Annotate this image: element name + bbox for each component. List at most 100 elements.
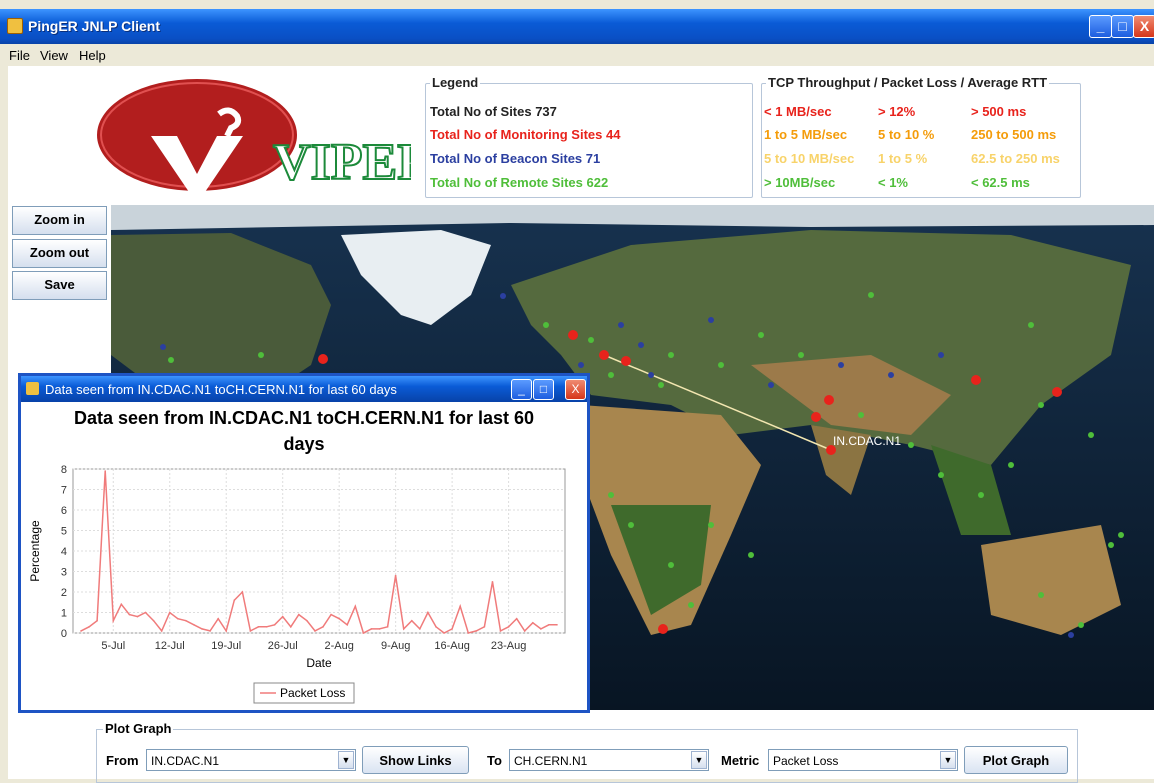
y-tick-label: 7 [61, 485, 67, 497]
x-tick-label: 19-Jul [211, 640, 241, 652]
data-point [80, 630, 82, 632]
site-label: IN.CDAC.N1 [833, 434, 901, 448]
metric-select[interactable]: Packet Loss ▼ [768, 749, 958, 771]
chart-window-titlebar[interactable]: Data seen from IN.CDAC.N1 toCH.CERN.N1 f… [21, 376, 587, 402]
x-axis-label: Date [306, 656, 332, 670]
tcp-cell: 1 to 5 % [878, 151, 928, 166]
data-point [152, 619, 155, 622]
y-tick-label: 3 [61, 567, 67, 579]
legend-beacon-sites: Total No of Beacon Sites 71 [430, 151, 601, 166]
data-point [112, 619, 115, 622]
data-point [193, 624, 195, 626]
data-point [523, 630, 526, 632]
data-point [540, 628, 542, 630]
data-point [177, 617, 179, 620]
minimize-button[interactable]: _ [1089, 15, 1112, 38]
tcp-cell: 62.5 to 250 ms [971, 151, 1060, 166]
data-point [338, 617, 340, 620]
chevron-down-icon[interactable]: ▼ [338, 751, 354, 769]
data-point [96, 619, 98, 622]
from-select[interactable]: IN.CDAC.N1 ▼ [146, 749, 356, 771]
data-point [225, 630, 228, 632]
legend-total-sites: Total No of Sites 737 [430, 104, 557, 119]
data-point [217, 617, 219, 620]
chart-heading-line2: days [283, 434, 325, 454]
chart-close-button[interactable]: X [565, 379, 586, 400]
data-point [475, 630, 478, 632]
data-point [467, 632, 470, 634]
y-tick-label: 5 [61, 526, 67, 538]
save-button[interactable]: Save [12, 271, 107, 300]
chevron-down-icon[interactable]: ▼ [940, 751, 956, 769]
x-tick-label: 9-Aug [381, 640, 410, 652]
data-point [459, 605, 461, 608]
data-point [362, 632, 365, 634]
data-point [483, 626, 486, 628]
y-tick-label: 1 [61, 608, 67, 620]
plot-graph-button[interactable]: Plot Graph [964, 746, 1068, 774]
x-tick-label: 23-Aug [491, 640, 526, 652]
legend-label: Packet Loss [280, 686, 345, 700]
y-tick-label: 6 [61, 505, 67, 517]
data-point [88, 626, 90, 628]
maximize-button[interactable]: □ [1111, 15, 1134, 38]
viper-logo: VIPER [93, 74, 437, 196]
tcp-cell: > 10MB/sec [764, 175, 836, 190]
chart-heading-line1: Data seen from IN.CDAC.N1 toCH.CERN.N1 f… [73, 408, 535, 428]
tcp-cell: < 1% [878, 175, 908, 190]
to-label: To [487, 753, 502, 768]
show-links-button[interactable]: Show Links [362, 746, 469, 774]
data-point [209, 630, 211, 632]
data-point [378, 628, 381, 630]
x-tick-label: 5-Jul [101, 640, 125, 652]
data-point [160, 630, 163, 632]
x-tick-label: 12-Jul [155, 640, 185, 652]
menu-view[interactable]: View [40, 48, 68, 63]
y-tick-label: 0 [61, 628, 67, 640]
zoom-out-button[interactable]: Zoom out [12, 239, 107, 268]
data-point [120, 603, 123, 606]
to-select[interactable]: CH.CERN.N1 ▼ [509, 749, 709, 771]
data-point [330, 613, 332, 616]
tcp-cell: 250 to 500 ms [971, 127, 1057, 142]
data-point [185, 619, 187, 622]
legend-title: Legend [430, 75, 481, 90]
tcp-legend-title: TCP Throughput / Packet Loss / Average R… [766, 75, 1050, 90]
chart-minimize-button[interactable]: _ [511, 379, 532, 400]
x-tick-label: 2-Aug [324, 640, 353, 652]
chart-window[interactable]: Data seen from IN.CDAC.N1 toCH.CERN.N1 f… [18, 373, 590, 713]
data-point [370, 628, 373, 630]
menu-help[interactable]: Help [79, 48, 106, 63]
data-point [273, 624, 276, 626]
data-point [435, 626, 437, 628]
data-point [531, 621, 534, 624]
chevron-down-icon[interactable]: ▼ [691, 751, 707, 769]
tcp-cell: 1 to 5 MB/sec [764, 127, 848, 142]
data-point [289, 626, 292, 628]
packet-loss-chart: 0 1 2 3 4 5 6 7 8 5-Jul 12-Jul 19-Jul 26-Jul 2-Aug 9-A… [28, 464, 566, 704]
data-point [136, 615, 139, 618]
data-point [402, 628, 405, 630]
x-tick-label: 16-Aug [434, 640, 469, 652]
data-point [322, 626, 324, 628]
data-point [168, 611, 171, 614]
zoom-in-button[interactable]: Zoom in [12, 206, 107, 235]
java-app-icon [26, 382, 39, 395]
menu-file[interactable]: File [9, 48, 30, 63]
tcp-cell: > 12% [878, 104, 916, 119]
data-point [314, 630, 316, 632]
window-titlebar[interactable]: PingER JNLP Client _ □ X [0, 9, 1154, 44]
close-button[interactable]: X [1133, 15, 1154, 38]
data-point [128, 613, 131, 616]
y-tick-label: 2 [61, 587, 67, 599]
y-axis-label: Percentage [28, 520, 42, 582]
logo-text: VIPER [273, 134, 411, 191]
data-point [556, 624, 558, 626]
tcp-cell: < 1 MB/sec [764, 104, 832, 119]
chart-maximize-button[interactable]: □ [533, 379, 554, 400]
data-point [443, 632, 445, 634]
data-point [249, 630, 252, 632]
window-title: PingER JNLP Client [28, 18, 160, 34]
data-point [394, 574, 397, 577]
data-point [354, 605, 357, 608]
